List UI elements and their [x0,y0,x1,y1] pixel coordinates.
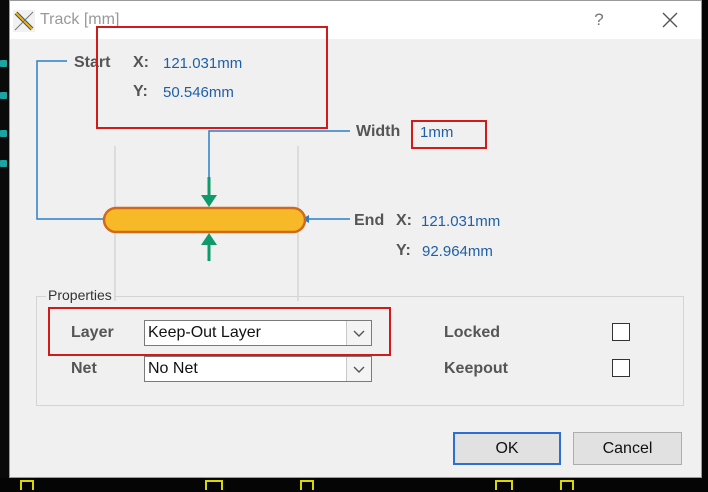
net-select-value: No Net [148,360,198,377]
annotation-box-width [411,120,487,149]
pcb-pad [0,160,7,167]
cancel-button[interactable]: Cancel [573,432,682,465]
width-label: Width [356,123,401,140]
locked-label: Locked [444,324,501,341]
pcb-trace [20,480,34,490]
pcb-pad [0,130,7,137]
keepout-checkbox[interactable] [612,359,630,377]
close-button[interactable] [655,7,685,33]
end-y-value[interactable]: 92.964mm [422,243,493,260]
keepout-label: Keepout [444,360,508,377]
close-icon [662,12,678,28]
net-dropdown-button[interactable] [346,357,371,381]
annotation-box-layer [48,307,391,356]
pcb-trace [300,480,314,490]
pcb-background-left [0,0,9,492]
end-y-label: Y: [396,242,411,259]
track-tool-icon [13,10,35,32]
pcb-background-bottom [0,478,708,492]
net-select[interactable]: No Net [144,356,372,382]
properties-title: Properties [46,287,114,303]
net-label: Net [71,360,97,377]
track-shape [102,206,307,234]
end-x-value[interactable]: 121.031mm [421,213,500,230]
ok-button[interactable]: OK [453,432,561,465]
annotation-box-start [96,26,328,129]
pcb-trace [205,480,223,490]
pcb-pad [0,92,7,99]
end-label: End [354,212,385,229]
chevron-down-icon [353,366,365,373]
pcb-pad [0,60,7,67]
locked-checkbox[interactable] [612,323,630,341]
pcb-trace [495,480,513,490]
help-button[interactable]: ? [585,7,613,33]
end-x-label: X: [396,212,412,229]
pcb-trace [560,480,574,490]
